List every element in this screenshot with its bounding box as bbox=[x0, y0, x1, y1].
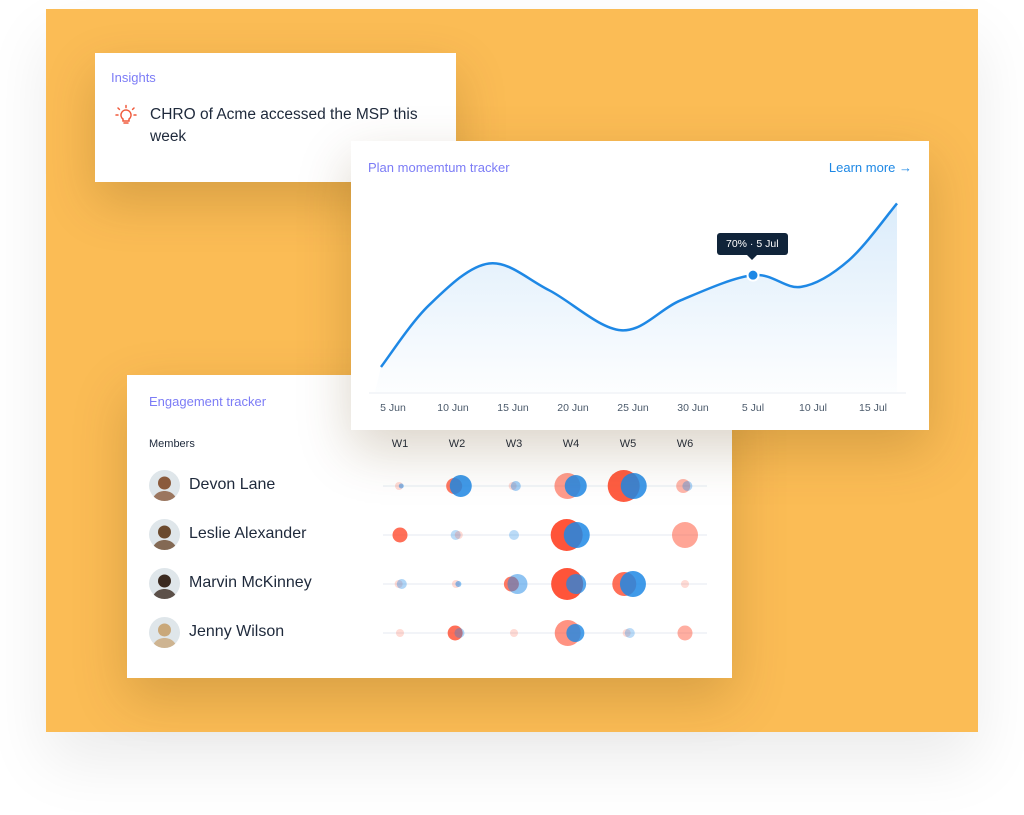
x-tick-label: 25 Jun bbox=[617, 402, 649, 414]
plan-momentum-card: Plan momemtum tracker Learn more → 5 Jun… bbox=[351, 141, 929, 430]
engagement-bubble-blue bbox=[624, 628, 635, 638]
chart-area-fill bbox=[375, 203, 897, 392]
engagement-bubble-red bbox=[672, 522, 698, 548]
engagement-bubble-blue bbox=[509, 530, 519, 540]
engagement-bubble-red bbox=[392, 527, 408, 543]
engagement-bubble-blue bbox=[398, 483, 404, 489]
x-tick-label: 5 Jul bbox=[742, 402, 764, 414]
x-tick-label: 10 Jun bbox=[437, 402, 469, 414]
x-tick-label: 15 Jun bbox=[497, 402, 529, 414]
engagement-bubble-blue bbox=[566, 574, 587, 594]
engagement-bubble-blue bbox=[449, 475, 472, 497]
engagement-bubble-blue bbox=[454, 628, 465, 638]
engagement-bubble-red bbox=[677, 625, 693, 641]
x-tick-label: 30 Jun bbox=[677, 402, 709, 414]
chart-tooltip: 70% · 5 Jul bbox=[717, 233, 788, 261]
engagement-bubble-blue bbox=[396, 579, 407, 589]
engagement-bubble-red bbox=[510, 629, 518, 637]
engagement-bubble-blue bbox=[507, 574, 528, 594]
engagement-bubble-blue bbox=[510, 481, 521, 491]
x-tick-label: 15 Jul bbox=[859, 402, 887, 414]
engagement-bubble-blue bbox=[564, 475, 587, 497]
engagement-bubble-blue bbox=[566, 624, 585, 642]
x-tick-label: 5 Jun bbox=[380, 402, 406, 414]
x-tick-label: 10 Jul bbox=[799, 402, 827, 414]
engagement-bubble-blue bbox=[682, 481, 693, 491]
engagement-bubble-blue bbox=[620, 473, 647, 499]
highlight-point[interactable] bbox=[746, 268, 760, 282]
engagement-bubble-red bbox=[454, 531, 463, 539]
x-tick-label: 20 Jun bbox=[557, 402, 589, 414]
engagement-bubble-red bbox=[396, 629, 404, 637]
momentum-chart: 5 Jun 10 Jun 15 Jun 20 Jun 25 Jun 30 Jun 5 Jul… bbox=[369, 202, 906, 414]
insights-label: Insights bbox=[111, 70, 156, 85]
engagement-bubble-blue bbox=[455, 581, 462, 587]
engagement-bubble-blue bbox=[563, 522, 590, 548]
engagement-bubble-red bbox=[681, 580, 689, 588]
lightbulb-icon bbox=[115, 104, 137, 124]
engagement-bubble-blue bbox=[619, 571, 646, 597]
